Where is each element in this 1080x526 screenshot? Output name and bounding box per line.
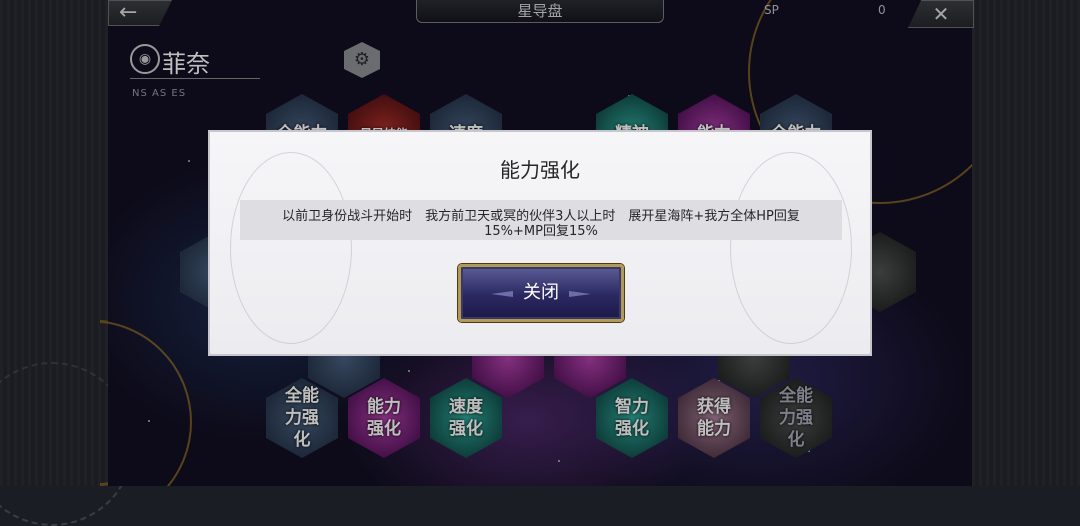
left-chevron-icon — [491, 291, 513, 297]
dialog-description: 以前卫身份战斗开始时 我方前卫天或冥的伙伴3人以上时 展开星海阵+我方全体HP回… — [240, 200, 842, 240]
skill-detail-dialog: 能力强化 以前卫身份战斗开始时 我方前卫天或冥的伙伴3人以上时 展开星海阵+我方… — [208, 130, 872, 356]
dialog-title: 能力强化 — [500, 158, 580, 182]
close-button-label: 关闭 — [523, 282, 559, 303]
dialog-close-button[interactable]: 关闭 — [458, 264, 624, 322]
right-chevron-icon — [569, 291, 591, 297]
